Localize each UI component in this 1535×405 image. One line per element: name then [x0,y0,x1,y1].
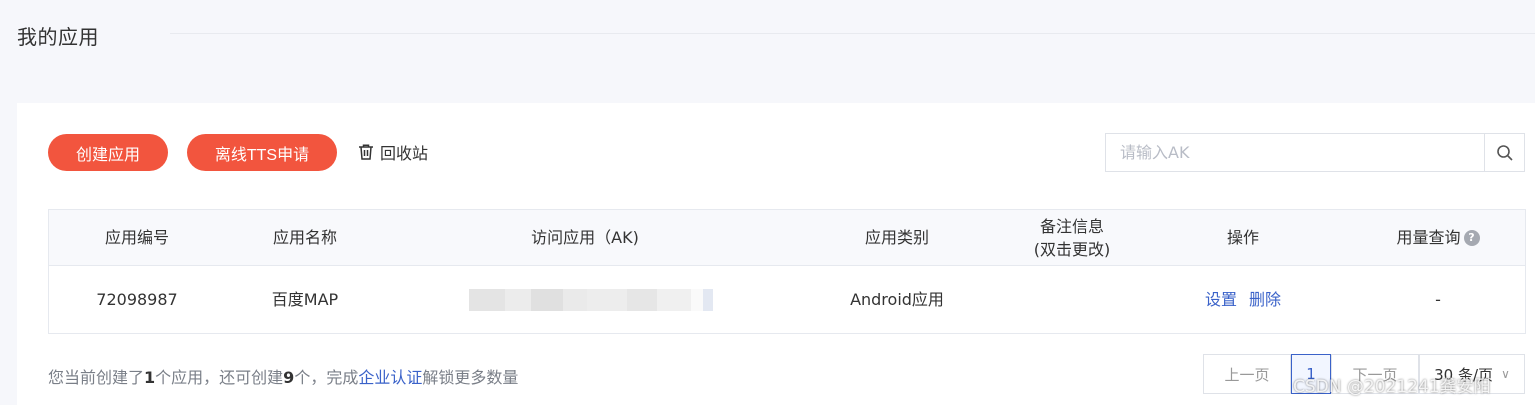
create-app-button[interactable]: 创建应用 [48,134,168,171]
header-remark: 备注信息 (双击更改) [1009,210,1135,265]
cell-category: Android应用 [850,290,944,309]
apps-table: 应用编号 应用名称 访问应用（AK) 应用类别 备注信息 (双击更改) 操作 用… [48,209,1526,334]
apps-panel: 创建应用 离线TTS申请 回收站 应用编号 应用名称 访问应用（AK) 应用类别… [17,103,1535,405]
cell-remark[interactable] [1009,266,1135,333]
page-title: 我的应用 [17,25,99,49]
cell-usage: - [1435,290,1441,309]
header-ak: 访问应用（AK) [531,228,639,247]
prev-page-button[interactable]: 上一页 [1203,354,1291,394]
quota-prefix: 您当前创建了 [48,368,145,387]
offline-tts-apply-button[interactable]: 离线TTS申请 [187,134,337,171]
search-button[interactable] [1484,134,1524,171]
chevron-down-icon: ∨ [1501,367,1510,381]
trash-icon [359,144,373,160]
header-app-id: 应用编号 [104,228,169,247]
settings-link[interactable]: 设置 [1205,288,1237,311]
quota-suffix: 个，完成 [294,368,359,387]
header-app-name: 应用名称 [272,228,337,247]
quota-suffix-2: 解锁更多数量 [422,368,519,387]
help-icon[interactable]: ? [1463,229,1480,246]
enterprise-cert-link[interactable]: 企业认证 [358,368,422,387]
quota-remaining-count: 9 [283,368,295,387]
header-remark-title: 备注信息 [1039,216,1104,236]
quota-created-count: 1 [144,368,156,387]
recycle-bin-label: 回收站 [380,144,429,163]
cell-app-id: 72098987 [96,290,178,309]
page-header: 我的应用 [0,0,1535,70]
header-divider [170,33,1535,34]
table-header-row: 应用编号 应用名称 访问应用（AK) 应用类别 备注信息 (双击更改) 操作 用… [49,210,1525,266]
header-usage: 用量查询 ? [1351,210,1525,265]
quota-info: 您当前创建了1个应用，还可创建9个，完成企业认证解锁更多数量 [48,364,518,388]
recycle-bin-link[interactable]: 回收站 [357,141,428,163]
table-row: 72098987 百度MAP Android应用 设置 删除 - [49,266,1525,333]
csdn-watermark: CSDN @2021241龚安阳 [1293,377,1491,397]
ak-redacted-blur [469,289,722,311]
cell-actions: 设置 删除 [1135,266,1351,333]
header-usage-label: 用量查询 [1396,228,1461,247]
cell-app-name: 百度MAP [271,290,339,309]
delete-link[interactable]: 删除 [1249,288,1281,311]
header-category: 应用类别 [864,228,929,247]
ak-search-input[interactable] [1106,134,1484,171]
ak-search [1105,133,1525,172]
header-actions: 操作 [1226,228,1259,247]
search-icon [1496,144,1513,161]
quota-mid: 个应用，还可创建 [155,368,284,387]
header-remark-hint: (双击更改) [1033,239,1111,259]
